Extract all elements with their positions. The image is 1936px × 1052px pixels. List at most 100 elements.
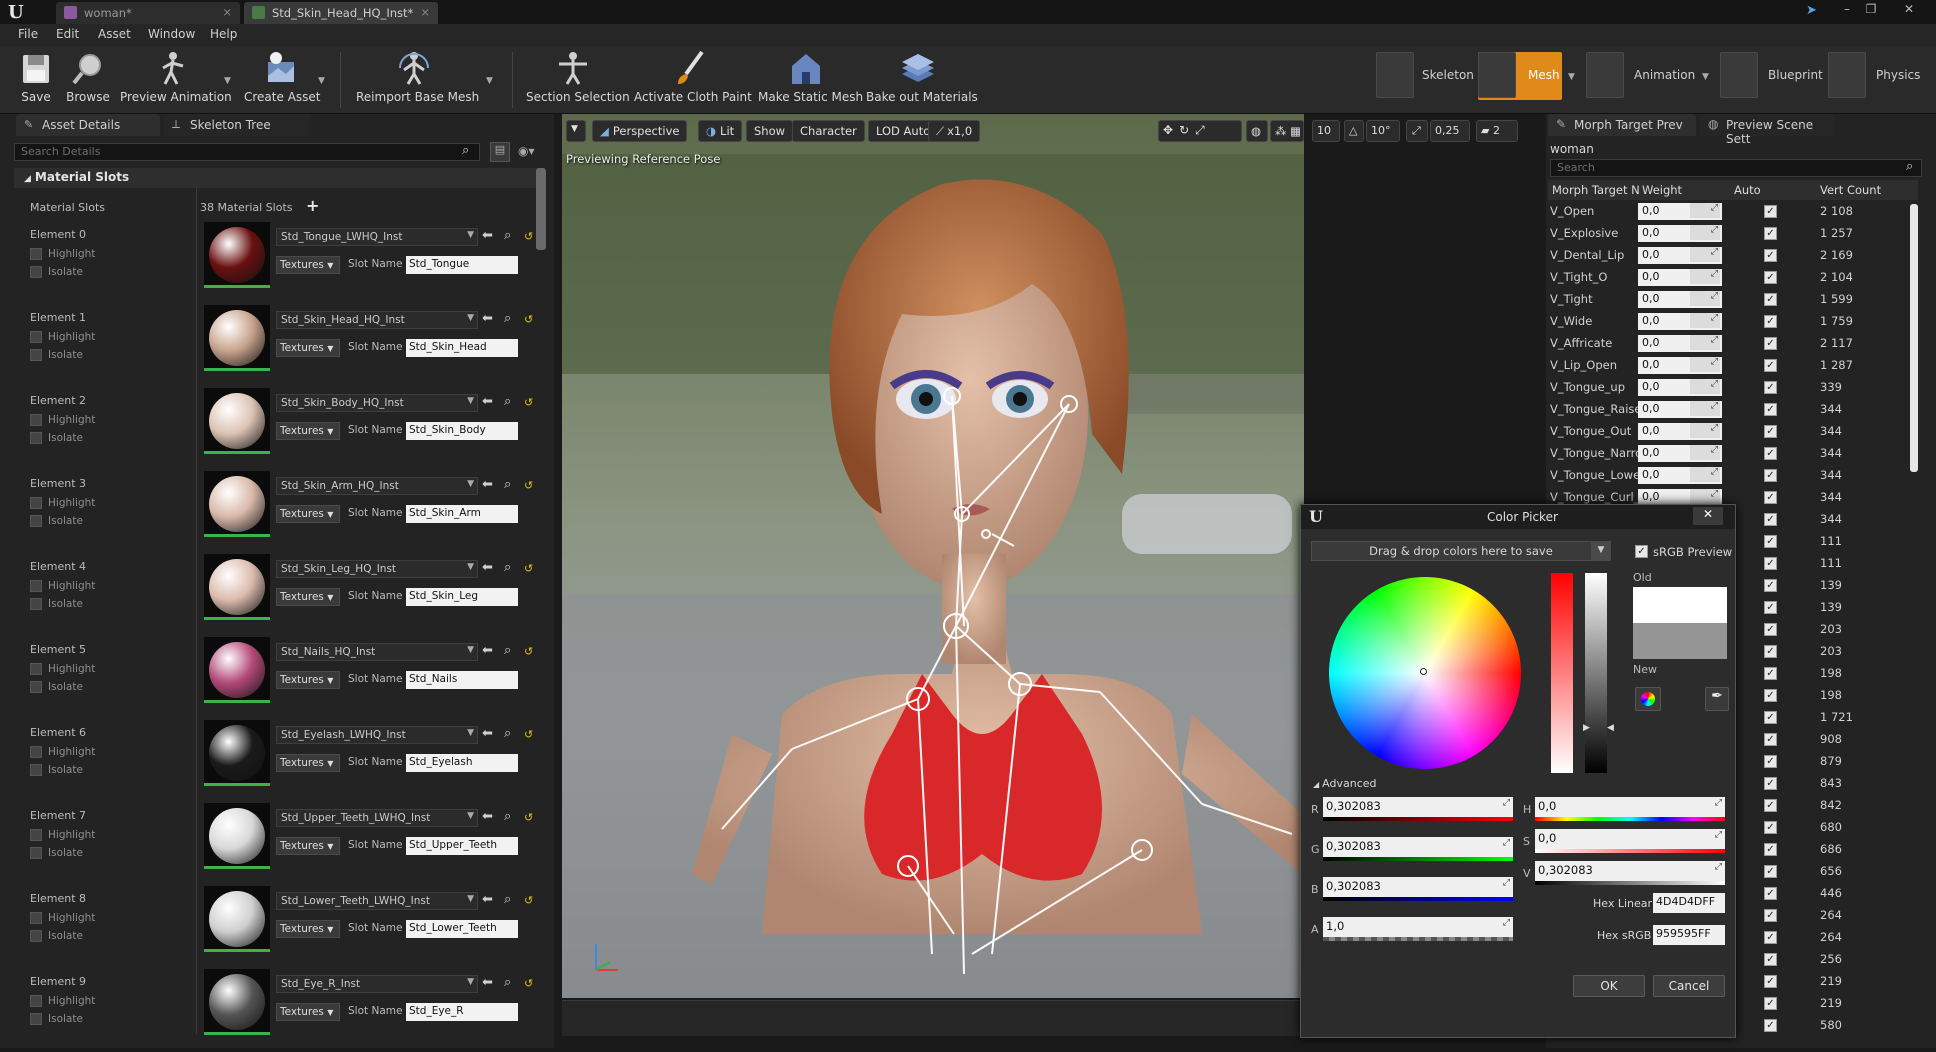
weight-input[interactable]: 0,0 ⤢ bbox=[1638, 291, 1722, 308]
isolate-checkbox[interactable] bbox=[30, 349, 42, 361]
create-asset-button[interactable]: Create Asset bbox=[244, 50, 321, 112]
auto-checkbox[interactable]: ✓ bbox=[1764, 315, 1777, 328]
auto-checkbox[interactable]: ✓ bbox=[1764, 975, 1777, 988]
reset-to-default-icon[interactable]: ↺ bbox=[524, 479, 533, 492]
browse-asset-icon[interactable]: ⌕ bbox=[504, 975, 511, 990]
eyedropper-icon[interactable]: ✒ bbox=[1705, 687, 1729, 711]
cancel-button[interactable]: Cancel bbox=[1653, 975, 1725, 997]
r-input[interactable]: 0,302083 ⤢ bbox=[1323, 797, 1513, 817]
a-input[interactable]: 1,0 ⤢ bbox=[1323, 917, 1513, 937]
create-asset-dropdown-icon[interactable]: ▼ bbox=[318, 76, 325, 86]
value-slider-marker-right[interactable]: ◀ bbox=[1607, 723, 1614, 733]
minimize-button[interactable]: – bbox=[1838, 2, 1856, 18]
isolate-checkbox[interactable] bbox=[30, 515, 42, 527]
color-themes-bar[interactable]: Drag & drop colors here to save bbox=[1311, 541, 1611, 561]
camera-speed[interactable]: ▰ 2 bbox=[1476, 120, 1518, 142]
auto-checkbox[interactable]: ✓ bbox=[1764, 579, 1777, 592]
tab-preview-scene-settings[interactable]: ◍ Preview Scene Sett bbox=[1700, 114, 1834, 146]
h-input[interactable]: 0,0 ⤢ bbox=[1535, 797, 1725, 817]
translate-icon[interactable]: ✥ bbox=[1163, 123, 1179, 137]
textures-dropdown[interactable]: Textures ▼ bbox=[276, 339, 340, 357]
textures-dropdown[interactable]: Textures ▼ bbox=[276, 837, 340, 855]
use-selected-arrow-icon[interactable]: ⬅ bbox=[482, 809, 493, 824]
close-tab-icon[interactable]: × bbox=[222, 5, 232, 19]
weight-input[interactable]: 0,0 ⤢ bbox=[1638, 335, 1722, 352]
animation-mode-dropdown-icon[interactable]: ▼ bbox=[1702, 72, 1709, 82]
highlight-checkbox[interactable] bbox=[30, 497, 42, 509]
material-thumbnail[interactable] bbox=[204, 803, 270, 869]
browse-asset-icon[interactable]: ⌕ bbox=[504, 394, 511, 409]
tab-asset-details[interactable]: ✎ Asset Details bbox=[16, 114, 160, 136]
auto-checkbox[interactable]: ✓ bbox=[1764, 755, 1777, 768]
grid-snap-value[interactable]: 10 bbox=[1312, 120, 1340, 142]
reset-to-default-icon[interactable]: ↺ bbox=[524, 562, 533, 575]
mode-blueprint[interactable]: Blueprint bbox=[1720, 52, 1823, 100]
material-thumbnail[interactable] bbox=[204, 305, 270, 371]
h-slider[interactable] bbox=[1535, 817, 1725, 821]
slot-name-input[interactable]: Std_Lower_Teeth bbox=[406, 920, 518, 938]
character-button[interactable]: Character bbox=[792, 120, 865, 142]
mode-physics[interactable]: Physics bbox=[1828, 52, 1932, 100]
playback-speed-button[interactable]: ⟋ x1,0 bbox=[928, 120, 981, 142]
use-selected-arrow-icon[interactable]: ⬅ bbox=[482, 726, 493, 741]
weight-input[interactable]: 0,0 ⤢ bbox=[1638, 401, 1722, 418]
viewport[interactable]: ▼ ◢ Perspective ◑ Lit Show Character LOD A… bbox=[562, 114, 1304, 998]
isolate-checkbox[interactable] bbox=[30, 681, 42, 693]
close-window-button[interactable]: ✕ bbox=[1900, 2, 1918, 18]
material-selector[interactable]: Std_Skin_Body_HQ_Inst ▼ bbox=[276, 394, 478, 412]
use-selected-arrow-icon[interactable]: ⬅ bbox=[482, 643, 493, 658]
close-tab-icon[interactable]: × bbox=[420, 5, 430, 19]
auto-checkbox[interactable]: ✓ bbox=[1764, 931, 1777, 944]
slot-name-input[interactable]: Std_Eye_R bbox=[406, 1003, 518, 1021]
material-selector[interactable]: Std_Skin_Head_HQ_Inst ▼ bbox=[276, 311, 478, 329]
slot-name-input[interactable]: Std_Skin_Arm bbox=[406, 505, 518, 523]
mode-skeleton[interactable]: Skeleton bbox=[1376, 52, 1474, 100]
textures-dropdown[interactable]: Textures ▼ bbox=[276, 422, 340, 440]
details-search-input[interactable]: Search Details bbox=[14, 143, 480, 161]
browse-asset-icon[interactable]: ⌕ bbox=[504, 311, 511, 326]
auto-checkbox[interactable]: ✓ bbox=[1764, 513, 1777, 526]
weight-input[interactable]: 0,0 ⤢ bbox=[1638, 423, 1722, 440]
make-static-mesh-button[interactable]: Make Static Mesh bbox=[758, 50, 863, 112]
material-selector[interactable]: Std_Tongue_LWHQ_Inst ▼ bbox=[276, 228, 478, 246]
material-slots-section-header[interactable]: ◢ Material Slots bbox=[14, 168, 542, 188]
browse-asset-icon[interactable]: ⌕ bbox=[504, 726, 511, 741]
column-vert-count[interactable]: Vert Count bbox=[1820, 183, 1881, 197]
world-local-icon[interactable]: ◍ bbox=[1246, 120, 1268, 142]
browse-asset-icon[interactable]: ⌕ bbox=[504, 228, 511, 243]
highlight-checkbox[interactable] bbox=[30, 663, 42, 675]
textures-dropdown[interactable]: Textures ▼ bbox=[276, 920, 340, 938]
preview-animation-dropdown-icon[interactable]: ▼ bbox=[224, 76, 231, 86]
menu-file[interactable]: File bbox=[18, 27, 38, 41]
value-slider-marker[interactable]: ▶ bbox=[1583, 723, 1590, 733]
auto-checkbox[interactable]: ✓ bbox=[1764, 271, 1777, 284]
column-morph-target[interactable]: Morph Target N bbox=[1552, 183, 1640, 197]
hex-linear-input[interactable]: 4D4D4DFF bbox=[1653, 893, 1725, 913]
notification-icon[interactable]: ➤ bbox=[1806, 3, 1824, 19]
color-wheel-mode-icon[interactable] bbox=[1635, 687, 1661, 711]
color-picker-titlebar[interactable]: U Color Picker ✕ bbox=[1301, 505, 1735, 529]
surface-snap-icon[interactable]: ⁂ ▦ bbox=[1270, 120, 1304, 142]
material-selector[interactable]: Std_Eye_R_Inst ▼ bbox=[276, 975, 478, 993]
rotation-snap-icon[interactable]: △ bbox=[1344, 120, 1364, 142]
material-selector[interactable]: Std_Nails_HQ_Inst ▼ bbox=[276, 643, 478, 661]
browse-asset-icon[interactable]: ⌕ bbox=[504, 892, 511, 907]
ok-button[interactable]: OK bbox=[1573, 975, 1645, 997]
advanced-section[interactable]: ◢ Advanced bbox=[1313, 777, 1377, 790]
use-selected-arrow-icon[interactable]: ⬅ bbox=[482, 394, 493, 409]
s-slider[interactable] bbox=[1535, 849, 1725, 853]
rotation-snap-value[interactable]: 10° bbox=[1366, 120, 1400, 142]
rotate-icon[interactable]: ↻ bbox=[1179, 123, 1195, 137]
textures-dropdown[interactable]: Textures ▼ bbox=[276, 505, 340, 523]
activate-cloth-paint-button[interactable]: Activate Cloth Paint bbox=[634, 50, 752, 112]
viewport-options-dropdown[interactable]: ▼ bbox=[566, 120, 586, 142]
themes-dropdown-icon[interactable]: ▼ bbox=[1591, 541, 1611, 561]
auto-checkbox[interactable]: ✓ bbox=[1764, 997, 1777, 1010]
maximize-button[interactable]: ❐ bbox=[1862, 2, 1880, 18]
reset-to-default-icon[interactable]: ↺ bbox=[524, 313, 533, 326]
scale-snap-value[interactable]: 0,25 bbox=[1430, 120, 1470, 142]
use-selected-arrow-icon[interactable]: ⬅ bbox=[482, 975, 493, 990]
use-selected-arrow-icon[interactable]: ⬅ bbox=[482, 560, 493, 575]
perspective-button[interactable]: ◢ Perspective bbox=[592, 120, 688, 142]
slot-name-input[interactable]: Std_Eyelash bbox=[406, 754, 518, 772]
